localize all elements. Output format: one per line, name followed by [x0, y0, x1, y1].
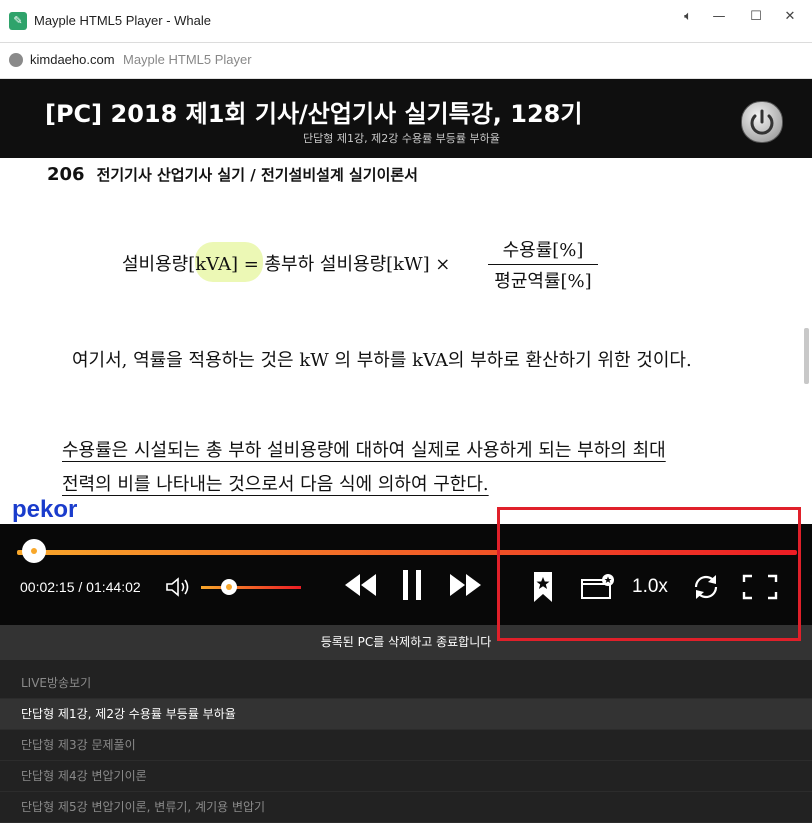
paragraph-2-line-1: 수용률은 시설되는 총 부하 설비용량에 대하여 실제로 사용하게 되는 부하의… — [62, 440, 666, 461]
paragraph-2: 수용률은 시설되는 총 부하 설비용량에 대하여 실제로 사용하게 되는 부하의… — [62, 434, 762, 502]
address-bar[interactable]: kimdaeho.com Mayple HTML5 Player — [0, 43, 812, 79]
power-icon[interactable] — [741, 101, 783, 143]
playlist-item-label: LIVE방송보기 — [21, 676, 92, 690]
lecture-page: 206 전기기사 산업기사 실기 / 전기설비설계 실기이론서 설비용량[kVA]… — [0, 158, 812, 524]
progress-handle[interactable] — [21, 539, 46, 563]
sound-icon[interactable]: 🔈︎ — [674, 6, 702, 28]
scrollbar-thumb[interactable] — [804, 328, 809, 384]
course-title: [PC] 2018 제1회 기사/산업기사 실기특강, 128기 — [45, 100, 583, 128]
paragraph-1: 여기서, 역률을 적용하는 것은 kW 의 부하를 kVA의 부하로 환산하기 … — [72, 350, 692, 371]
power-symbol — [750, 109, 774, 135]
window-title: Mayple HTML5 Player - Whale — [34, 13, 211, 28]
lecture-header: [PC] 2018 제1회 기사/산업기사 실기특강, 128기 단답형 제1강… — [0, 79, 812, 158]
volume-handle[interactable] — [221, 579, 237, 595]
playlist-item-label: 단답형 제3강 문제풀이 — [21, 738, 136, 752]
playlist-item[interactable]: LIVE방송보기 — [0, 668, 812, 699]
formula-fraction: 수용률[%] 평균역률[%] — [488, 236, 598, 293]
window-titlebar: ✎ Mayple HTML5 Player - Whale 🔈︎ — ☐ ✕ — [0, 0, 812, 43]
playlist-item-label: 단답형 제5강 변압기이론, 변류기, 계기용 변압기 — [21, 800, 266, 814]
formula-numerator: 수용률[%] — [488, 236, 598, 265]
running-head: 206 전기기사 산업기사 실기 / 전기설비설계 실기이론서 — [47, 164, 418, 185]
formula: 설비용량[kVA] = 총부하 설비용량[kW] × 수용률[%] 평균역률[%… — [122, 236, 622, 296]
playlist-item-active[interactable]: 단답형 제1강, 제2강 수용률 부등률 부하율 — [0, 699, 812, 730]
rewind-icon[interactable] — [344, 570, 378, 600]
lecture-subtitle: 단답형 제1강, 제2강 수용률 부등률 부하율 — [303, 132, 500, 145]
close-icon[interactable]: ✕ — [776, 6, 804, 28]
paragraph-2-line-2: 전력의 비를 나타내는 것으로서 다음 식에 의하여 구한다. — [62, 474, 489, 495]
pause-icon[interactable] — [400, 568, 424, 602]
volume-slider[interactable] — [201, 586, 301, 589]
page-number: 206 — [47, 164, 85, 185]
fast-forward-icon[interactable] — [448, 570, 482, 600]
formula-left: 설비용량[kVA] = 총부하 설비용량[kW] × — [122, 254, 451, 275]
maximize-icon[interactable]: ☐ — [742, 6, 770, 28]
playlist-item-label: 단답형 제4강 변압기이론 — [21, 769, 147, 783]
volume-icon[interactable] — [165, 576, 191, 598]
playlist-item[interactable]: 단답형 제4강 변압기이론 — [0, 761, 812, 792]
playlist-item-label: 단답형 제1강, 제2강 수용률 부등률 부하율 — [21, 707, 236, 721]
formula-denominator: 평균역률[%] — [494, 271, 592, 292]
annotation-box — [497, 507, 801, 641]
time-display: 00:02:15 / 01:44:02 — [20, 579, 141, 595]
address-domain: kimdaeho.com — [30, 52, 115, 67]
app-icon: ✎ — [9, 12, 27, 30]
playlist-item[interactable]: 단답형 제3강 문제풀이 — [0, 730, 812, 761]
playlist: LIVE방송보기 단답형 제1강, 제2강 수용률 부등률 부하율 단답형 제3… — [0, 660, 812, 823]
minimize-icon[interactable]: — — [705, 6, 733, 28]
playlist-item[interactable]: 단답형 제5강 변압기이론, 변류기, 계기용 변압기 — [0, 792, 812, 823]
watermark: pekor — [12, 496, 78, 523]
address-page-title: Mayple HTML5 Player — [123, 52, 252, 67]
running-head-text: 전기기사 산업기사 실기 / 전기설비설계 실기이론서 — [96, 166, 418, 184]
site-icon — [9, 53, 23, 67]
